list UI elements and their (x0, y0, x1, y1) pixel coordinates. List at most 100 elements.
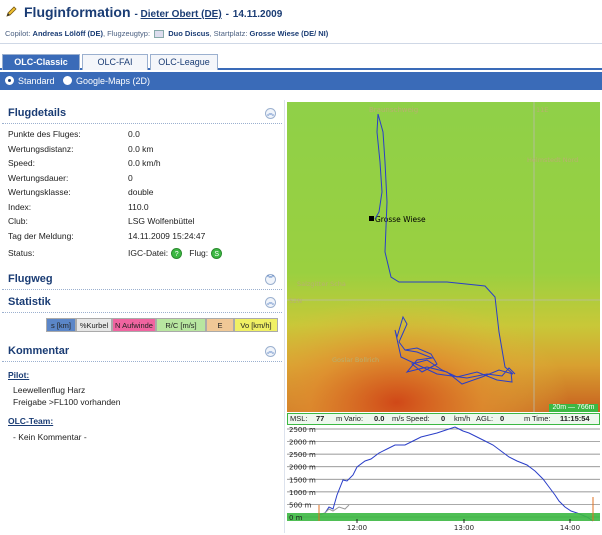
copilot-label: Copilot: (5, 29, 31, 38)
map-label-goslar: Goslar Bollrich (332, 356, 379, 364)
flugdetails-row: Wertungsdauer: 0 (8, 173, 280, 185)
kommentar-title: Kommentar (8, 345, 70, 357)
speed-label: Speed: (406, 414, 430, 423)
stat-button-aufwinde[interactable]: N Aufwinde (112, 318, 156, 332)
left-panel: Flugdetails ︽ Punkte des Fluges: 0.0 Wertu… (0, 100, 284, 533)
agl-value: 0 (500, 414, 505, 423)
flugdetails-row: Club: LSG Wolfenbüttel (8, 216, 280, 228)
flight-date: 14.11.2009 (232, 9, 283, 20)
page-header: Fluginformation - Dieter Obert (DE) - 14… (0, 0, 602, 44)
msl-value: 77 (316, 414, 325, 423)
flugdetails-key: Wertungsdistanz: (8, 143, 74, 154)
profile-y-label: 1500 m (289, 476, 316, 484)
team-comment-label: OLC-Team: (8, 416, 54, 426)
statistik-header[interactable]: Statistik ︽ (2, 293, 282, 313)
speed-value: 0 (441, 414, 446, 423)
map-label-helmstedt: Helmstedt Nord (527, 156, 578, 164)
flight-info-bar: MSL: 77 m Vario: 0.0 m/s Speed: 0 km/h A… (287, 413, 600, 425)
flugdetails-row: Wertungsdistanz: 0.0 km (8, 144, 280, 156)
flugdetails-header[interactable]: Flugdetails ︽ (2, 104, 282, 124)
flugdetails-key: Speed: (8, 158, 35, 168)
status-label: Status: (8, 248, 35, 258)
stat-button-distance[interactable]: s [km] (46, 318, 76, 332)
chevron-up-icon[interactable]: ︽ (265, 108, 276, 119)
status-row: Status: IGC-Datei:? Flug: S (8, 248, 280, 262)
profile-y-label: 2500 m (289, 451, 316, 459)
stat-button-glide[interactable]: E (206, 318, 234, 332)
page-title: Fluginformation - Dieter Obert (DE) - 14… (24, 4, 282, 20)
airfield-marker-icon[interactable] (369, 216, 374, 221)
msl-label: MSL: (290, 414, 308, 423)
plane-name: Duo Discus (168, 29, 210, 38)
flight-map[interactable]: Braunschweig Helmstedt Nord Salzgitter S… (287, 102, 600, 412)
flugweg-header[interactable]: Flugweg ︾ (2, 270, 282, 290)
flugdetails-value: 0.0 km (128, 143, 154, 154)
time-value: 11:15:54 (560, 414, 590, 423)
pencil-icon (6, 6, 17, 17)
profile-y-label: 2000 m (289, 464, 316, 472)
flugdetails-row: Tag der Meldung: 14.11.2009 15:24:47 (8, 231, 280, 243)
kommentar-header[interactable]: Kommentar ︽ (2, 342, 282, 362)
flugdetails-value: 14.11.2009 15:24:47 (128, 230, 206, 241)
igc-label: IGC-Datei: (128, 248, 169, 258)
radio-google-maps-label[interactable]: Google-Maps (2D) (76, 76, 150, 86)
flugdetails-row: Punkte des Fluges: 0.0 (8, 129, 280, 141)
profile-x-label: 14:00 (560, 524, 580, 532)
flugdetails-value: double (128, 187, 154, 197)
pilot-comment-label: Pilot: (8, 370, 30, 380)
vario-value: 0.0 (374, 414, 385, 423)
title-text: Fluginformation (24, 4, 131, 20)
radio-standard[interactable] (5, 76, 14, 85)
plane-label: , Flugzeugtyp: (102, 29, 151, 38)
radio-standard-label[interactable]: Standard (18, 76, 55, 86)
profile-y-label: 1000 m (289, 489, 316, 497)
flugdetails-value: 110.0 (128, 201, 149, 212)
tab-olc-league[interactable]: OLC-League (150, 54, 218, 70)
flugdetails-key: Club: (8, 216, 28, 226)
stat-button-kurbel[interactable]: %Kurbel (76, 318, 112, 332)
time-label: Time: (532, 414, 551, 423)
map-scale-bar: 20m — 766m (549, 404, 598, 412)
glider-icon (154, 30, 165, 39)
map-label-lon: 11E (536, 106, 548, 114)
vario-unit: m/s (392, 414, 405, 423)
altitude-profile[interactable]: 2500 m 2000 m 2500 m 2000 m 1500 m 1000 m 500 … (287, 425, 600, 533)
agl-unit: m (524, 414, 531, 423)
pilot-link[interactable]: Dieter Obert (DE) (141, 9, 222, 20)
altitude-profile-canvas[interactable]: 2500 m 2000 m 2500 m 2000 m 1500 m 1000 m 500 … (287, 425, 600, 533)
flug-status-icon[interactable]: S (211, 248, 223, 260)
flugdetails-value: 0 (128, 172, 133, 183)
terrain-band (287, 513, 600, 521)
stat-button-climb[interactable]: R/C [m/s] (156, 318, 206, 332)
profile-x-label: 12:00 (347, 524, 367, 532)
tab-olc-fai[interactable]: OLC-FAI (82, 54, 148, 70)
pilot-comment-line: Freigabe >FL100 vorhanden (13, 397, 121, 407)
flugdetails-row: Wertungsklasse: double (8, 187, 280, 199)
profile-y-label: 2500 m (289, 426, 316, 434)
panel-divider (284, 100, 285, 533)
agl-label: AGL: (476, 414, 494, 423)
chevron-down-icon[interactable]: ︾ (265, 274, 276, 285)
chevron-up-icon[interactable]: ︽ (265, 297, 276, 308)
copilot-name: Andreas Lölöff (DE) (32, 29, 103, 38)
stat-button-speed[interactable]: Vo [km/h] (234, 318, 278, 332)
flight-map-canvas[interactable]: Braunschweig Helmstedt Nord Salzgitter S… (287, 102, 600, 412)
date-separator: - (225, 9, 229, 20)
profile-y-label: 0 m (289, 514, 303, 522)
map-label-lat: 52N (289, 297, 302, 305)
profile-y-label: 500 m (289, 501, 312, 509)
map-label-grosse-wiese: Grosse Wiese (375, 215, 426, 224)
tab-olc-classic[interactable]: OLC-Classic (2, 54, 80, 70)
msl-unit: m (336, 414, 343, 423)
profile-x-label: 13:00 (454, 524, 474, 532)
team-comment-text: - Kein Kommentar - (13, 432, 87, 442)
radio-google-maps[interactable] (63, 76, 72, 85)
vario-label: Vario: (344, 414, 364, 423)
map-label-braunschweig: Braunschweig (369, 106, 418, 114)
chevron-up-icon[interactable]: ︽ (265, 346, 276, 357)
map-label-salzgitter: Salzgitter Scha (297, 280, 346, 288)
flugdetails-value: 0.0 (128, 129, 140, 139)
contest-tabs: OLC-Classic OLC-FAI OLC-League (0, 54, 602, 70)
pilot-comment-line: Leewellenflug Harz (13, 385, 86, 395)
igc-status-icon[interactable]: ? (171, 248, 183, 260)
